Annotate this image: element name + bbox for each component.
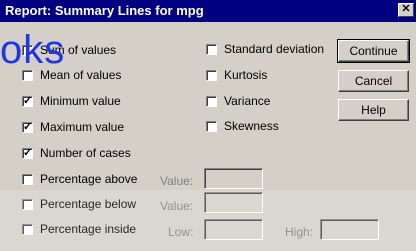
close-button[interactable]: ✕ — [398, 3, 414, 17]
checkbox-number-of-cases[interactable]: ✓ Number of cases — [22, 146, 131, 160]
check-icon: ✓ — [23, 120, 33, 133]
checkbox-box[interactable]: ✓ — [22, 94, 33, 107]
checkbox-skewness[interactable]: Skewness — [206, 119, 279, 133]
checkbox-box[interactable]: ✓ — [22, 146, 33, 159]
checkbox-percentage-above[interactable]: Percentage above — [22, 172, 137, 186]
checkbox-box[interactable]: ✓ — [22, 120, 33, 133]
checkbox-box[interactable] — [206, 43, 217, 55]
value-above-label: Value: — [160, 174, 194, 188]
checkbox-variance[interactable]: Variance — [206, 94, 270, 108]
checkbox-standard-deviation[interactable]: Standard deviation — [206, 42, 324, 56]
continue-button[interactable]: Continue — [337, 39, 410, 63]
watermark-overlay: oks — [0, 28, 66, 72]
checkbox-box[interactable] — [206, 120, 217, 132]
checkbox-box[interactable] — [206, 69, 217, 81]
checkbox-label: Maximum value — [40, 120, 125, 134]
checkbox-box[interactable] — [206, 95, 217, 107]
help-button[interactable]: Help — [338, 99, 409, 121]
bottom-shade — [0, 190, 416, 251]
checkbox-maximum-value[interactable]: ✓ Maximum value — [22, 120, 124, 134]
checkbox-label: Percentage above — [40, 172, 138, 186]
checkbox-box[interactable] — [22, 173, 33, 185]
check-icon: ✓ — [23, 94, 33, 107]
checkbox-label: Standard deviation — [224, 42, 325, 56]
checkbox-label: Skewness — [224, 119, 279, 133]
value-above-input[interactable] — [204, 168, 263, 189]
checkbox-label: Number of cases — [40, 146, 131, 160]
check-icon: ✓ — [23, 146, 33, 159]
cancel-button[interactable]: Cancel — [338, 70, 409, 92]
checkbox-label: Kurtosis — [224, 68, 268, 82]
title-bar: Report: Summary Lines for mpg ✕ — [0, 0, 416, 22]
checkbox-kurtosis[interactable]: Kurtosis — [206, 68, 267, 82]
checkbox-minimum-value[interactable]: ✓ Minimum value — [22, 94, 121, 108]
checkbox-label: Variance — [224, 94, 271, 108]
checkbox-label: Minimum value — [40, 94, 121, 108]
close-icon: ✕ — [401, 3, 411, 15]
window-title: Report: Summary Lines for mpg — [5, 3, 204, 18]
